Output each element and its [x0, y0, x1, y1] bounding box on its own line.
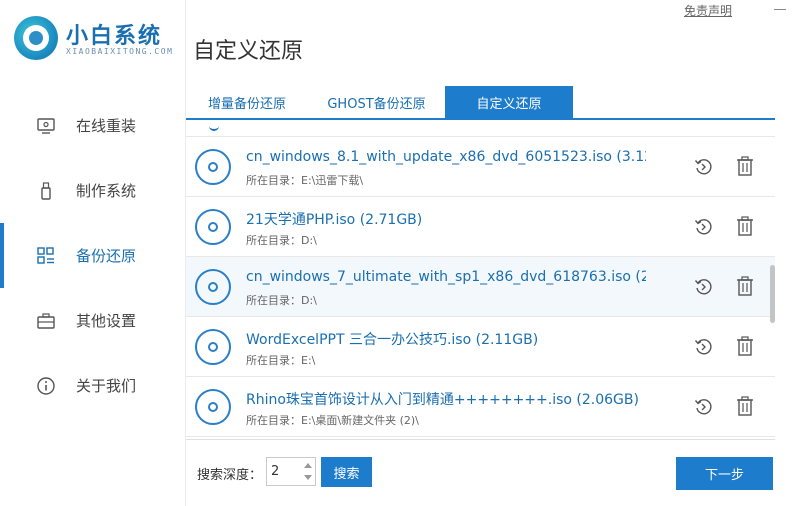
sidebar-item-label: 在线重装 [76, 117, 137, 135]
page-title: 自定义还原 [193, 39, 304, 64]
dir-value: E:\桌面\新建文件夹 (2)\ [301, 414, 419, 427]
list-item[interactable]: 21天学通PHP.iso (2.71GB) 所在目录：D:\ [186, 197, 775, 257]
dir-label: 所在目录： [246, 294, 301, 307]
app-logo: 小白系统 XIAOBAIXITONG.COM [14, 14, 184, 66]
restore-icon[interactable] [694, 157, 714, 177]
file-name: cn_windows_8.1_with_update_x86_dvd_60515… [246, 149, 646, 165]
stepper-up-icon[interactable] [304, 463, 312, 468]
sidebar-item-label: 关于我们 [76, 377, 137, 395]
list-top-partial-row [186, 122, 775, 137]
dir-value: E:\ [301, 354, 316, 367]
search-depth-input[interactable] [267, 458, 299, 485]
disc-icon [195, 209, 231, 245]
file-directory: 所在目录：E:\ [246, 352, 315, 368]
file-name: 21天学通PHP.iso (2.71GB) [246, 212, 423, 228]
file-directory: 所在目录：E:\桌面\新建文件夹 (2)\ [246, 412, 419, 428]
dir-label: 所在目录： [246, 174, 301, 187]
list-item[interactable]: Rhino珠宝首饰设计从入门到精通++++++++.iso (2.06GB) 所… [186, 377, 775, 437]
dir-label: 所在目录： [246, 414, 301, 427]
file-directory: 所在目录：E:\迅雷下载\ [246, 172, 363, 188]
usb-icon [36, 181, 56, 201]
briefcase-icon [36, 311, 56, 331]
sidebar-item-make-system[interactable]: 制作系统 [0, 158, 186, 223]
dir-label: 所在目录： [246, 354, 301, 367]
search-depth-label: 搜索深度： [197, 468, 263, 483]
file-directory: 所在目录：D:\ [246, 292, 317, 308]
tab-incremental-backup[interactable]: 增量备份还原 [186, 86, 308, 118]
disc-icon [195, 269, 231, 305]
disc-icon [195, 389, 231, 425]
sidebar-item-label: 其他设置 [76, 312, 137, 330]
tab-custom-restore[interactable]: 自定义还原 [445, 86, 573, 118]
logo-subtitle: XIAOBAIXITONG.COM [66, 47, 174, 56]
file-name: Rhino珠宝首饰设计从入门到精通++++++++.iso (2.06GB) [246, 392, 639, 408]
sidebar-item-backup-restore[interactable]: 备份还原 [0, 223, 186, 288]
search-depth-stepper[interactable] [266, 457, 316, 486]
stepper-down-icon[interactable] [304, 475, 312, 480]
sidebar-nav: 在线重装 制作系统 备份还原 其他设置 关于我们 [0, 93, 186, 418]
search-button[interactable]: 搜索 [321, 457, 372, 487]
tab-ghost-backup[interactable]: GHOST备份还原 [308, 86, 445, 118]
restore-icon[interactable] [694, 337, 714, 357]
disc-icon [195, 149, 231, 185]
next-step-button[interactable]: 下一步 [676, 457, 773, 490]
sidebar-item-online-reinstall[interactable]: 在线重装 [0, 93, 186, 158]
dir-value: E:\迅雷下载\ [301, 174, 364, 187]
restore-tabs: 增量备份还原 GHOST备份还原 自定义还原 [186, 86, 775, 120]
restore-icon[interactable] [694, 277, 714, 297]
trash-icon[interactable] [736, 396, 754, 416]
iso-file-list: cn_windows_8.1_with_update_x86_dvd_60515… [186, 122, 775, 440]
sidebar-item-label: 备份还原 [76, 247, 137, 265]
trash-icon[interactable] [736, 336, 754, 356]
dir-label: 所在目录： [246, 234, 301, 247]
sidebar-item-about-us[interactable]: 关于我们 [0, 353, 186, 418]
disc-icon [195, 329, 231, 365]
trash-icon[interactable] [736, 276, 754, 296]
info-icon [36, 376, 56, 396]
file-directory: 所在目录：D:\ [246, 232, 317, 248]
list-item[interactable]: WordExcelPPT 三合一办公技巧.iso (2.11GB) 所在目录：E… [186, 317, 775, 377]
minimize-button[interactable] [772, 0, 788, 16]
backup-grid-icon [36, 246, 56, 266]
dir-value: D:\ [301, 294, 317, 307]
dir-value: D:\ [301, 234, 317, 247]
file-name: WordExcelPPT 三合一办公技巧.iso (2.11GB) [246, 332, 539, 348]
logo-title: 小白系统 [66, 24, 163, 49]
list-item[interactable]: cn_windows_7_ultimate_with_sp1_x86_dvd_6… [186, 257, 775, 317]
monitor-icon [36, 116, 56, 136]
logo-icon [14, 16, 58, 60]
disclaimer-link[interactable]: 免责声明 [684, 2, 732, 19]
restore-icon[interactable] [694, 397, 714, 417]
list-scrollbar[interactable] [770, 265, 775, 323]
trash-icon[interactable] [736, 156, 754, 176]
sidebar: 小白系统 XIAOBAIXITONG.COM 在线重装 制作系统 备份还原 其他… [0, 0, 186, 506]
list-item[interactable]: cn_windows_8.1_with_update_x86_dvd_60515… [186, 137, 775, 197]
sidebar-item-other-settings[interactable]: 其他设置 [0, 288, 186, 353]
restore-icon[interactable] [694, 217, 714, 237]
sidebar-item-label: 制作系统 [76, 182, 137, 200]
file-name: cn_windows_7_ultimate_with_sp1_x86_dvd_6… [246, 269, 646, 285]
trash-icon[interactable] [736, 216, 754, 236]
